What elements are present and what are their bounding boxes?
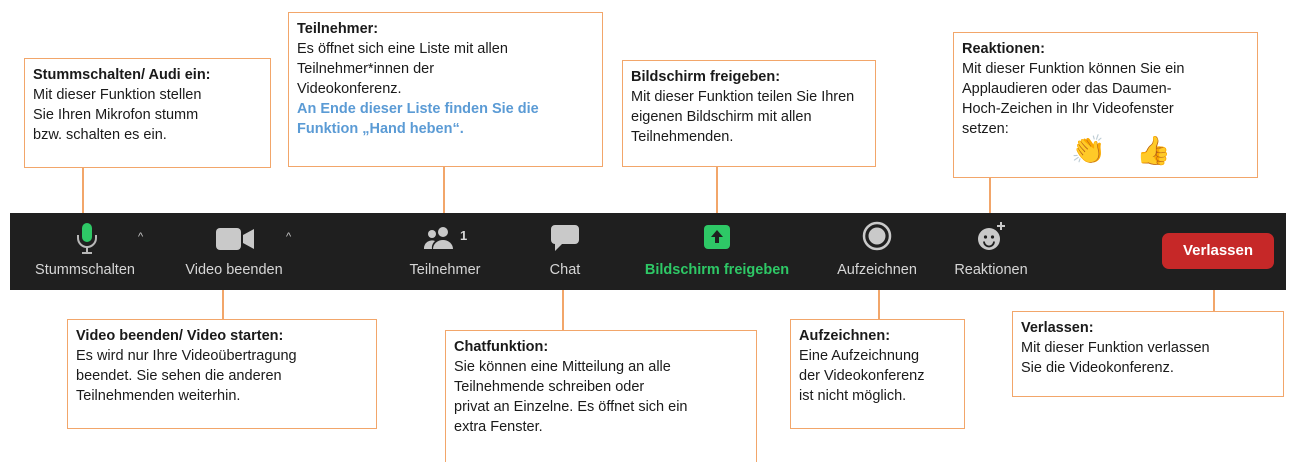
callout-title: Chatfunktion: <box>454 339 549 355</box>
callout-share: Bildschirm freigeben: Mit dieser Funktio… <box>622 60 876 167</box>
connector-leave <box>1213 290 1215 311</box>
video-button[interactable]: Video beenden <box>160 213 308 290</box>
chat-button[interactable]: Chat <box>530 213 600 290</box>
callout-highlight-line: An Ende dieser Liste finden Sie die <box>297 101 539 117</box>
reactions-button[interactable]: Reaktionen <box>948 213 1034 290</box>
callout-line: privat an Einzelne. Es öffnet sich ein <box>454 399 688 415</box>
callout-line: Es wird nur Ihre Videoübertragung <box>76 348 297 364</box>
callout-line: beendet. Sie sehen die anderen <box>76 368 282 384</box>
callout-line: Mit dieser Funktion stellen <box>33 87 202 103</box>
callout-title: Video beenden/ Video starten: <box>76 328 284 344</box>
callout-line: extra Fenster. <box>454 419 543 435</box>
callout-line: eigenen Bildschirm mit allen <box>631 109 812 125</box>
mute-label: Stummschalten <box>35 262 135 278</box>
callout-line: ist nicht möglich. <box>799 388 907 404</box>
callout-line: Sie Ihren Mikrofon stumm <box>33 107 199 123</box>
record-icon <box>862 221 892 251</box>
participants-button[interactable]: 1 Teilnehmer <box>390 213 500 290</box>
callout-line: Hoch-Zeichen in Ihr Videofenster <box>962 101 1174 117</box>
mute-button[interactable]: Stummschalten <box>10 213 160 290</box>
video-camera-icon <box>216 228 254 250</box>
record-button[interactable]: Aufzeichnen <box>822 213 932 290</box>
share-screen-button[interactable]: Bildschirm freigeben <box>630 213 804 290</box>
connector-chat <box>562 290 564 330</box>
meeting-toolbar: Stummschalten ^ Video beenden ^ 1 Teilne… <box>10 213 1286 290</box>
callout-record: Aufzeichnen: Eine Aufzeichnung der Video… <box>790 319 965 429</box>
video-label: Video beenden <box>185 262 283 278</box>
connector-share <box>716 167 718 213</box>
callout-line: Mit dieser Funktion können Sie ein <box>962 61 1185 77</box>
connector-mute <box>82 168 84 213</box>
callout-title: Verlassen: <box>1021 320 1094 336</box>
connector-video <box>222 290 224 319</box>
reactions-label: Reaktionen <box>954 262 1028 278</box>
callout-line: Teilnehmende schreiben oder <box>454 379 645 395</box>
callout-video: Video beenden/ Video starten: Es wird nu… <box>67 319 377 429</box>
callout-line: Mit dieser Funktion teilen Sie Ihren <box>631 89 855 105</box>
callout-line: Sie können eine Mitteilung an alle <box>454 359 671 375</box>
callout-line: Es öffnet sich eine Liste mit allen <box>297 41 508 57</box>
callout-line: Teilnehmenden weiterhin. <box>76 388 241 404</box>
callout-line: Videokonferenz. <box>297 81 402 97</box>
video-options-chevron-icon[interactable]: ^ <box>286 231 291 243</box>
callout-leave: Verlassen: Mit dieser Funktion verlassen… <box>1012 311 1284 397</box>
callout-chat: Chatfunktion: Sie können eine Mitteilung… <box>445 330 757 462</box>
share-screen-label: Bildschirm freigeben <box>644 262 790 278</box>
callout-line: bzw. schalten es ein. <box>33 127 167 143</box>
record-label: Aufzeichnen <box>837 262 917 278</box>
chat-bubble-icon <box>551 225 579 251</box>
callout-line: Applaudieren oder das Daumen- <box>962 81 1172 97</box>
connector-participants <box>443 167 445 213</box>
callout-line: Sie die Videokonferenz. <box>1021 360 1174 376</box>
callout-title: Reaktionen: <box>962 41 1045 57</box>
callout-line: Eine Aufzeichnung <box>799 348 920 364</box>
callout-line: der Videokonferenz <box>799 368 925 384</box>
callout-title: Teilnehmer: <box>297 21 379 37</box>
microphone-icon <box>77 223 97 254</box>
leave-button[interactable]: Verlassen <box>1162 233 1274 269</box>
participants-count: 1 <box>460 228 468 243</box>
callout-reactions: Reaktionen: Mit dieser Funktion können S… <box>953 32 1258 178</box>
participants-label: Teilnehmer <box>409 262 481 278</box>
callout-line: Mit dieser Funktion verlassen <box>1021 340 1210 356</box>
callout-participants: Teilnehmer: Es öffnet sich eine Liste mi… <box>288 12 603 167</box>
callout-title: Aufzeichnen: <box>799 328 891 344</box>
clap-icon: 👏 <box>1071 134 1106 165</box>
audio-options-chevron-icon[interactable]: ^ <box>138 231 143 243</box>
callout-title: Stummschalten/ Audi ein: <box>33 67 211 83</box>
callout-highlight-line: Funktion „Hand heben“. <box>297 121 464 137</box>
callout-title: Bildschirm freigeben: <box>631 69 781 85</box>
participants-icon <box>424 227 453 249</box>
share-screen-arrow-icon <box>704 225 730 249</box>
thumbs-up-icon: 👍 <box>1136 135 1171 166</box>
callout-mute: Stummschalten/ Audi ein: Mit dieser Funk… <box>24 58 271 168</box>
callout-line: Teilnehmer*innen der <box>297 61 435 77</box>
chat-label: Chat <box>549 262 581 278</box>
callout-line: Teilnehmenden. <box>631 129 734 145</box>
connector-record <box>878 290 880 319</box>
connector-reactions <box>989 178 991 213</box>
smiley-add-icon <box>978 222 1005 250</box>
